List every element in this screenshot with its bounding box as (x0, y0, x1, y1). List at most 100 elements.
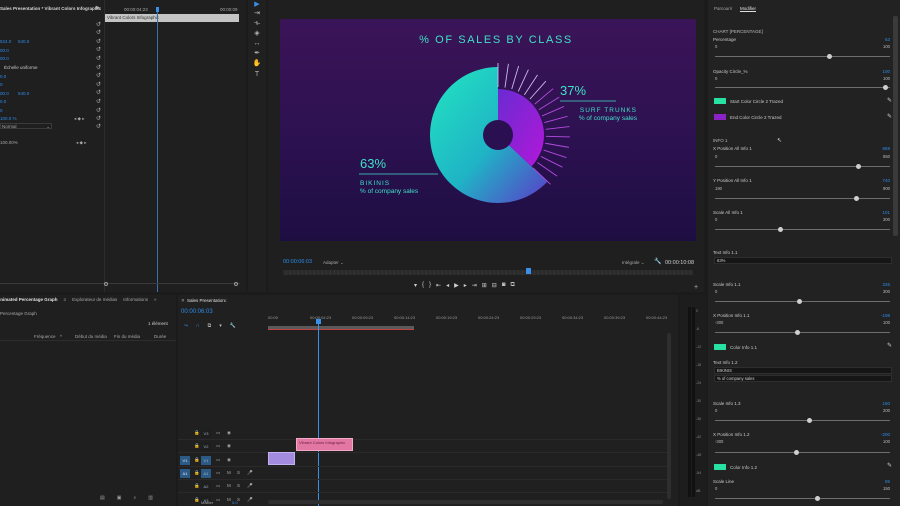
timeline-timecode[interactable]: 00:00:06:03 (181, 309, 213, 315)
timeline-menu-icon[interactable]: ≡ (224, 298, 227, 303)
linked-selection-icon[interactable]: ⧉ (208, 323, 212, 329)
sync-lock-icon[interactable]: ▭ (216, 443, 220, 449)
program-scrub-bar[interactable] (283, 270, 693, 275)
settings-wrench-icon[interactable]: 🔧 (230, 323, 236, 329)
timeline-clip-v1[interactable] (268, 452, 295, 465)
eye-icon[interactable]: ◉ (227, 443, 231, 449)
scale-line-value[interactable]: 85 (885, 479, 890, 484)
eyedropper-icon[interactable]: ✎ (887, 342, 892, 349)
reset-icon[interactable]: ↺ (95, 98, 102, 105)
mute-icon[interactable]: M (227, 470, 231, 475)
eye-icon[interactable]: ◉ (227, 457, 231, 463)
quality-select[interactable]: Intégrale ⌄ (622, 260, 645, 266)
x-pos-all-knob[interactable] (856, 164, 861, 169)
start-color-swatch[interactable] (714, 98, 726, 104)
source-patch[interactable]: A1 (180, 468, 190, 478)
x-pos-12-value[interactable]: -200 (881, 432, 890, 437)
keyframe-nav[interactable]: ◂ ◆ ▸ (74, 116, 84, 122)
go-to-in-icon[interactable]: ⇤ (436, 282, 441, 290)
microphone-icon[interactable]: 🎤 (247, 483, 253, 489)
reset-icon[interactable]: ↺ (95, 107, 102, 114)
text-info-11-field[interactable]: 63% (714, 257, 892, 264)
column-media-start[interactable]: Début du média (75, 334, 107, 339)
scale-11-value[interactable]: 226 (882, 282, 890, 287)
param-value[interactable]: 00.0 (0, 56, 9, 61)
param-value[interactable]: 0 (0, 82, 3, 87)
tabs-overflow-icon[interactable]: » (154, 297, 157, 307)
tab-info[interactable]: Informations (123, 297, 148, 307)
percentage-value[interactable]: 63 (885, 37, 890, 42)
scale-all-slider[interactable] (715, 227, 890, 232)
column-frame-rate[interactable]: Fréquence (34, 334, 56, 339)
add-marker-icon[interactable]: ▾ (414, 282, 417, 290)
track-target[interactable]: A2 (201, 482, 211, 492)
solo-icon[interactable]: S (237, 483, 240, 488)
ripple-edit-tool-icon[interactable]: ⟛ (252, 18, 262, 28)
search-icon[interactable]: ⌕ (133, 495, 136, 505)
overwrite-icon[interactable]: ⊟ (492, 282, 497, 290)
tab-animated-percentage-graph[interactable]: Animated Percentage Graph (0, 297, 58, 307)
speed-value[interactable]: 100.00% (0, 140, 18, 145)
opacity-value[interactable]: 100.0 % (0, 116, 17, 121)
lock-icon[interactable]: 🔒 (194, 443, 200, 449)
param-value-secondary[interactable]: 540.0 (18, 91, 29, 96)
nest-icon[interactable]: ⤳ (184, 323, 188, 329)
scale-line-slider[interactable] (715, 496, 890, 501)
sort-up-icon[interactable]: ^ (60, 334, 62, 339)
opacity-value[interactable]: 100 (882, 69, 890, 74)
param-value[interactable]: 0 (0, 108, 3, 113)
tab-browse[interactable]: Parcourir (714, 6, 732, 11)
zoom-handle-left[interactable] (104, 282, 108, 286)
play-icon[interactable]: ▶ (454, 282, 459, 290)
eyedropper-icon[interactable]: ✎ (887, 462, 892, 469)
blend-mode-select[interactable]: Normal ⌄ (0, 123, 52, 129)
new-item-icon[interactable]: ▣ (117, 495, 122, 505)
param-value[interactable]: 0.0 (0, 99, 6, 104)
param-value-secondary[interactable]: 540.0 (18, 39, 29, 44)
tab-edit[interactable]: Modifier (740, 6, 757, 12)
param-value[interactable]: 524.0 (0, 39, 11, 44)
program-playhead[interactable] (526, 268, 531, 274)
sync-lock-icon[interactable]: ▭ (216, 457, 220, 463)
scale-all-knob[interactable] (778, 227, 783, 232)
microphone-icon[interactable]: 🎤 (247, 497, 253, 503)
mute-icon[interactable]: M (227, 497, 231, 502)
x-pos-all-value[interactable]: 669 (882, 146, 890, 151)
program-timecode[interactable]: 00:00:06:03 (283, 259, 312, 265)
reset-icon[interactable]: ↺ (95, 21, 102, 28)
effect-controls-scrollbar[interactable] (0, 283, 240, 286)
text-info-12-field-line2[interactable]: % of company sales (714, 375, 892, 382)
speed-keyframe-nav[interactable]: ◂ ◆ ▸ (76, 140, 86, 146)
add-marker-icon[interactable]: ▾ (219, 323, 222, 329)
reset-icon[interactable]: ↺ (95, 123, 102, 130)
reset-icon[interactable]: ↺ (95, 38, 102, 45)
timeline-close-icon[interactable]: ✕ (181, 298, 185, 304)
x-pos-11-value[interactable]: -198 (881, 313, 890, 318)
step-back-icon[interactable]: ◂ (446, 282, 449, 290)
scale-line-knob[interactable] (815, 496, 820, 501)
type-tool-icon[interactable]: T (252, 69, 262, 79)
timeline-tab[interactable]: Sales Presentation (187, 298, 225, 303)
lock-icon[interactable]: 🔒 (194, 457, 200, 463)
lock-icon[interactable]: 🔒 (194, 470, 200, 476)
reset-icon[interactable]: ↺ (95, 115, 102, 122)
add-button-icon[interactable]: + (692, 283, 700, 291)
end-color-swatch[interactable] (714, 114, 726, 120)
color-11-swatch[interactable] (714, 344, 726, 350)
y-pos-all-knob[interactable] (854, 196, 859, 201)
insert-icon[interactable]: ⊞ (482, 282, 487, 290)
track-select-tool-icon[interactable]: ⇥ (252, 8, 262, 18)
param-value[interactable]: 00.0 (0, 48, 9, 53)
reset-icon[interactable]: ↺ (95, 30, 102, 37)
program-video-frame[interactable]: % OF SALES BY CLASS 63% BIKINIS % of com… (280, 19, 696, 241)
opacity-slider[interactable] (715, 85, 890, 90)
reset-icon[interactable]: ↺ (95, 81, 102, 88)
reset-icon[interactable]: ↺ (95, 64, 102, 71)
param-value[interactable]: 0.0 (0, 74, 6, 79)
opacity-slider-knob[interactable] (883, 85, 888, 90)
selection-tool-icon[interactable]: ▶ (252, 0, 262, 8)
step-forward-icon[interactable]: ▸ (464, 282, 467, 290)
eyedropper-icon[interactable]: ✎ (887, 113, 892, 120)
essential-graphics-scrollbar[interactable] (893, 16, 898, 236)
color-12-swatch[interactable] (714, 464, 726, 470)
